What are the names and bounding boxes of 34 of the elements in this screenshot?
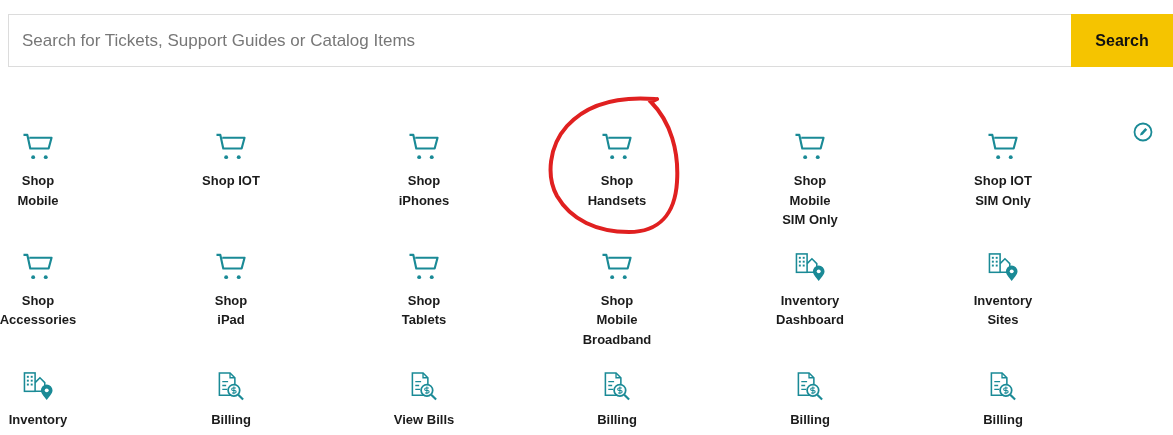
cart-icon (21, 251, 55, 282)
cart-icon (793, 132, 827, 162)
catalog-tile[interactable]: Shop Mobile SIM Only (772, 132, 848, 230)
catalog-tile[interactable]: Shop Mobile (0, 132, 76, 210)
catalog-tile[interactable]: Billing (772, 371, 848, 430)
catalog-tile[interactable]: Shop IOT SIM Only (965, 132, 1041, 210)
catalog-tile[interactable]: Shop Handsets (579, 132, 655, 210)
catalog-tile[interactable]: Shop Accessories (0, 251, 76, 330)
catalog-tile[interactable]: Shop iPad (193, 251, 269, 330)
catalog-tile[interactable]: Shop Tablets (386, 251, 462, 330)
cart-icon (600, 251, 634, 282)
cart-icon (21, 132, 55, 162)
cart-icon (600, 132, 634, 162)
catalog-tile[interactable]: Inventory (0, 371, 76, 430)
catalog-tile[interactable]: View Bills (386, 371, 462, 430)
search-field[interactable]: Search for Tickets, Support Guides or Catalog Items (8, 14, 1071, 67)
catalog-tile[interactable]: Shop IOT (193, 132, 269, 191)
cart-icon (214, 251, 248, 282)
catalog-tile[interactable]: Shop Mobile Broadband (579, 251, 655, 349)
building-pin-icon (793, 251, 827, 282)
cart-icon (407, 251, 441, 282)
cart-icon (214, 132, 248, 162)
catalog-tile[interactable]: Shop iPhones (386, 132, 462, 210)
cart-icon (986, 132, 1020, 162)
edit-icon[interactable] (1133, 122, 1153, 142)
catalog-tile[interactable]: Billing (965, 371, 1041, 430)
catalog-tile[interactable]: Inventory Dashboard (772, 251, 848, 330)
cart-icon (407, 132, 441, 162)
catalog-tile[interactable]: Billing (579, 371, 655, 430)
catalog-tile[interactable]: Billing (193, 371, 269, 430)
building-pin-icon (21, 371, 55, 401)
building-pin-icon (986, 251, 1020, 282)
search-button[interactable]: Search (1071, 14, 1173, 67)
catalog-tile[interactable]: Inventory Sites (965, 251, 1041, 330)
